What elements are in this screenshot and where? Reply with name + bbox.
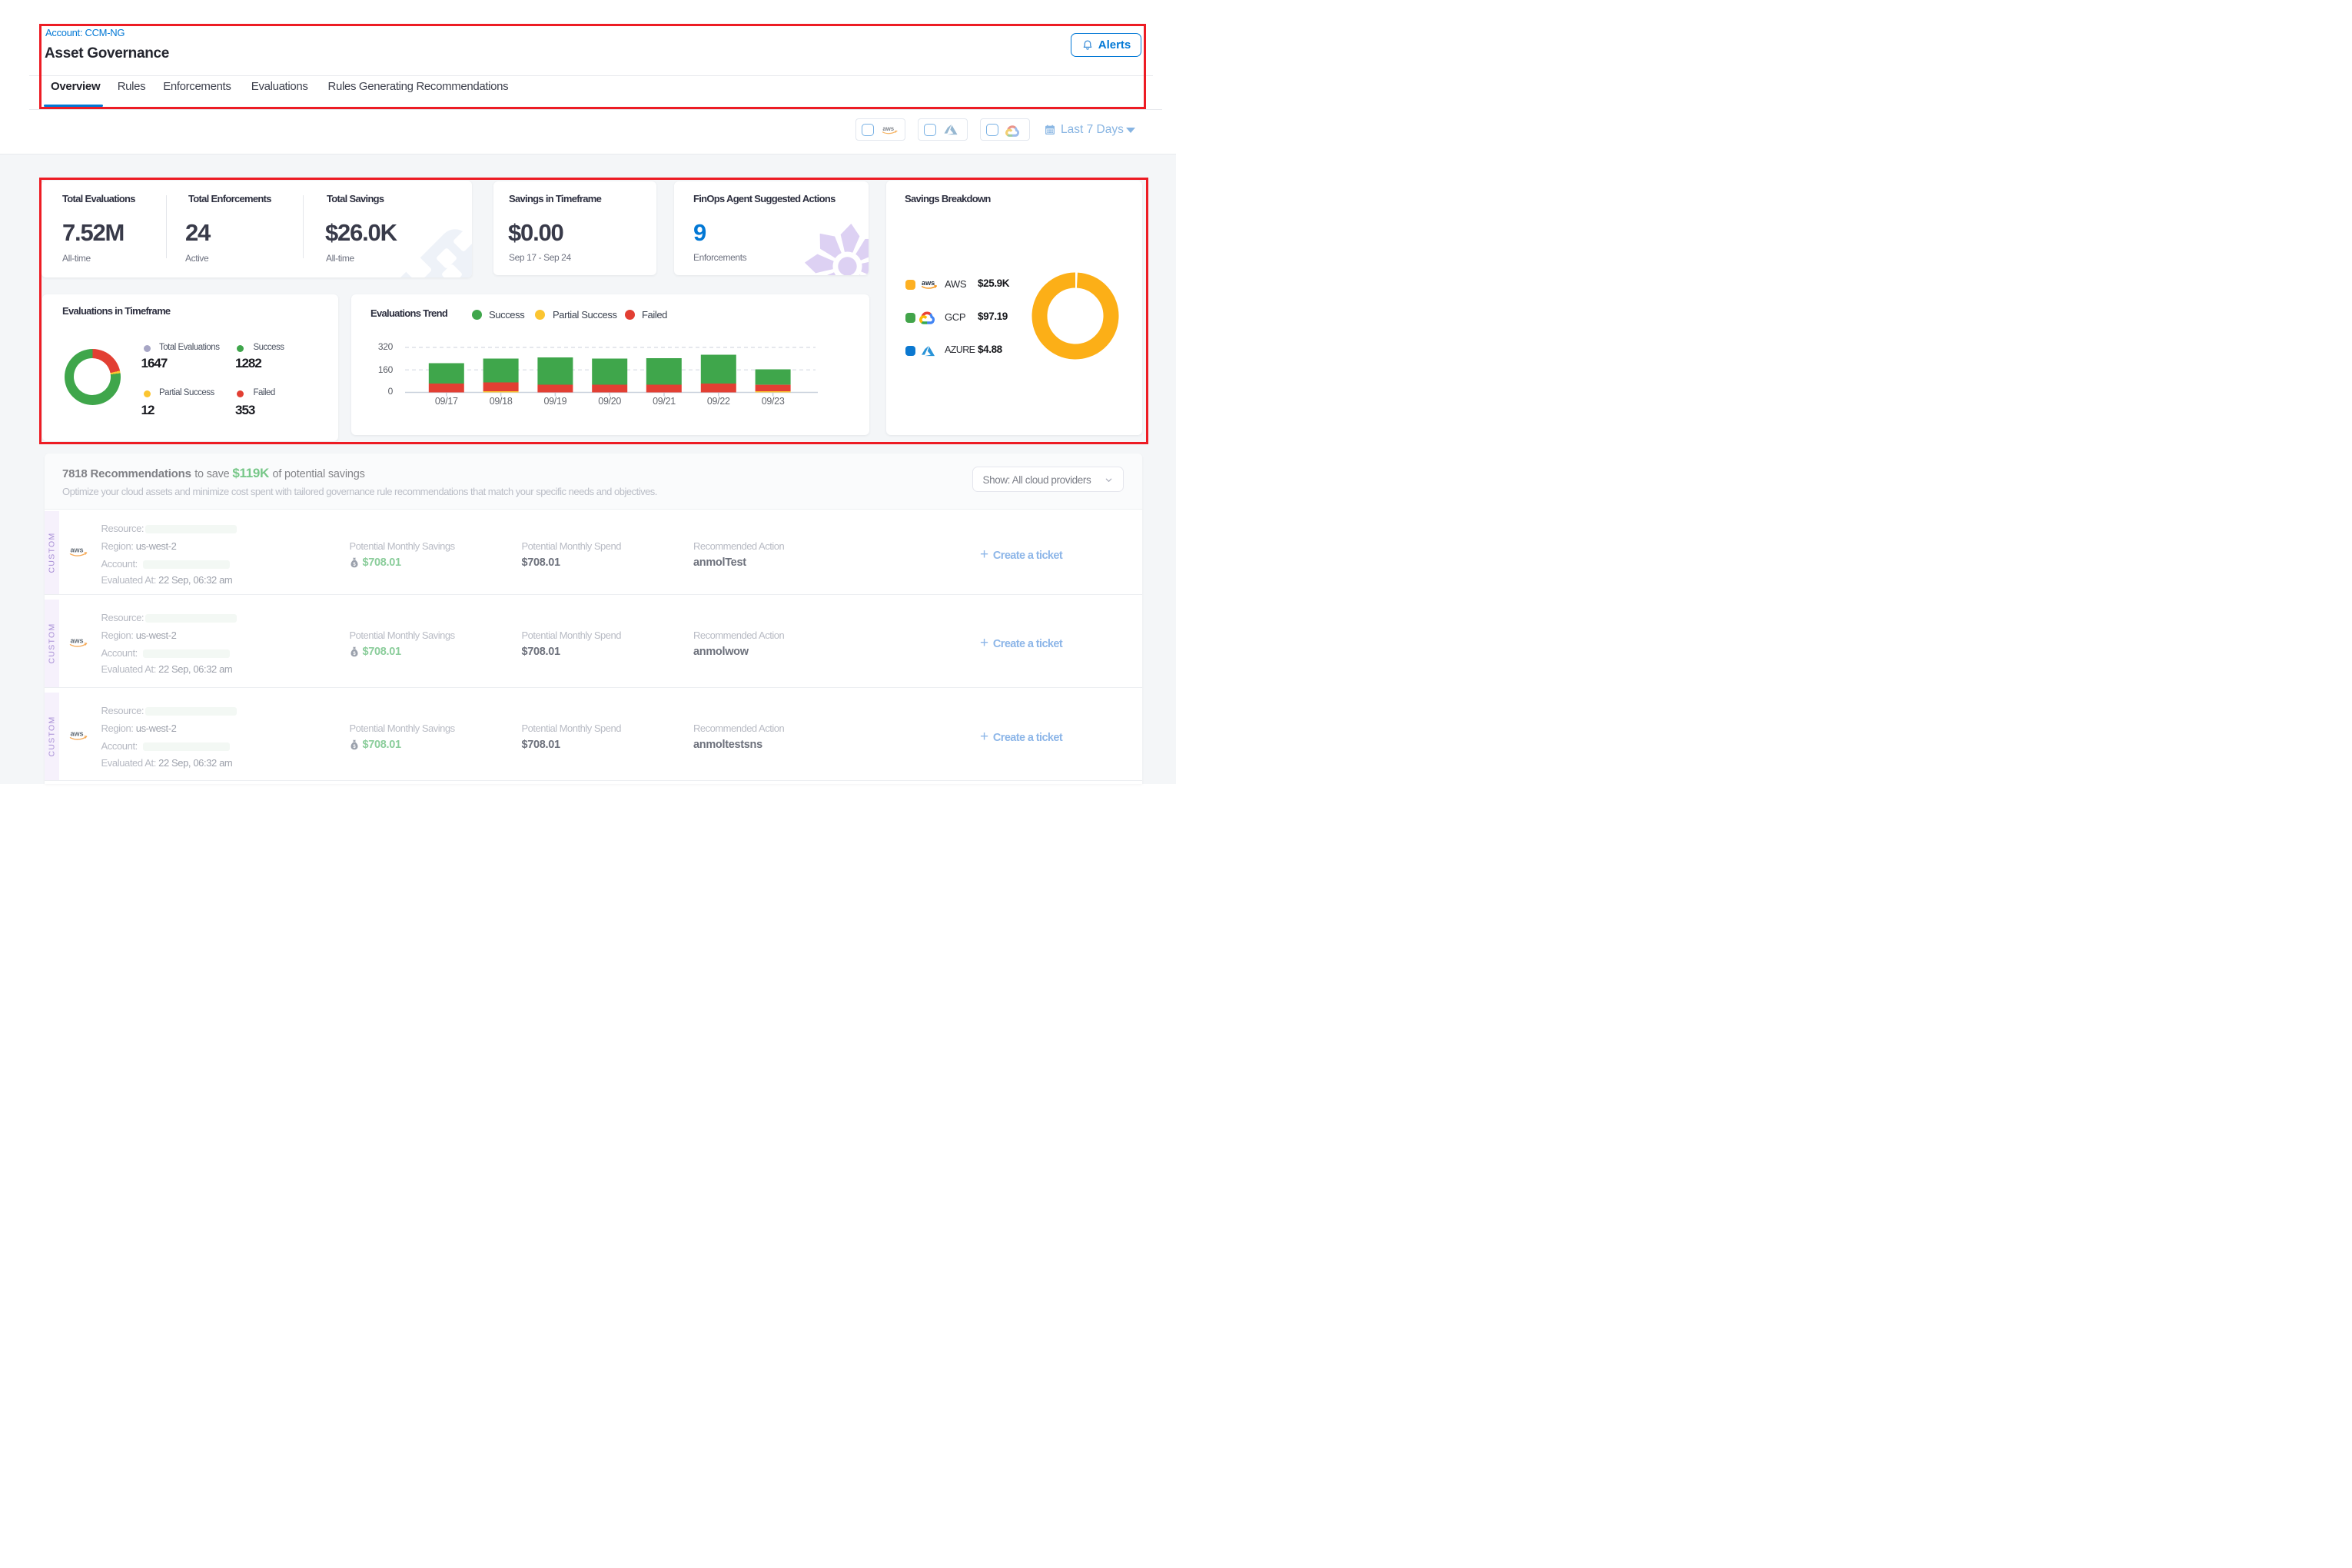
svg-text:aws: aws bbox=[922, 279, 935, 287]
svg-text:aws: aws bbox=[882, 125, 894, 132]
svg-text:aws: aws bbox=[70, 636, 83, 644]
svg-text:aws: aws bbox=[70, 546, 83, 554]
svg-text:aws: aws bbox=[70, 730, 83, 738]
